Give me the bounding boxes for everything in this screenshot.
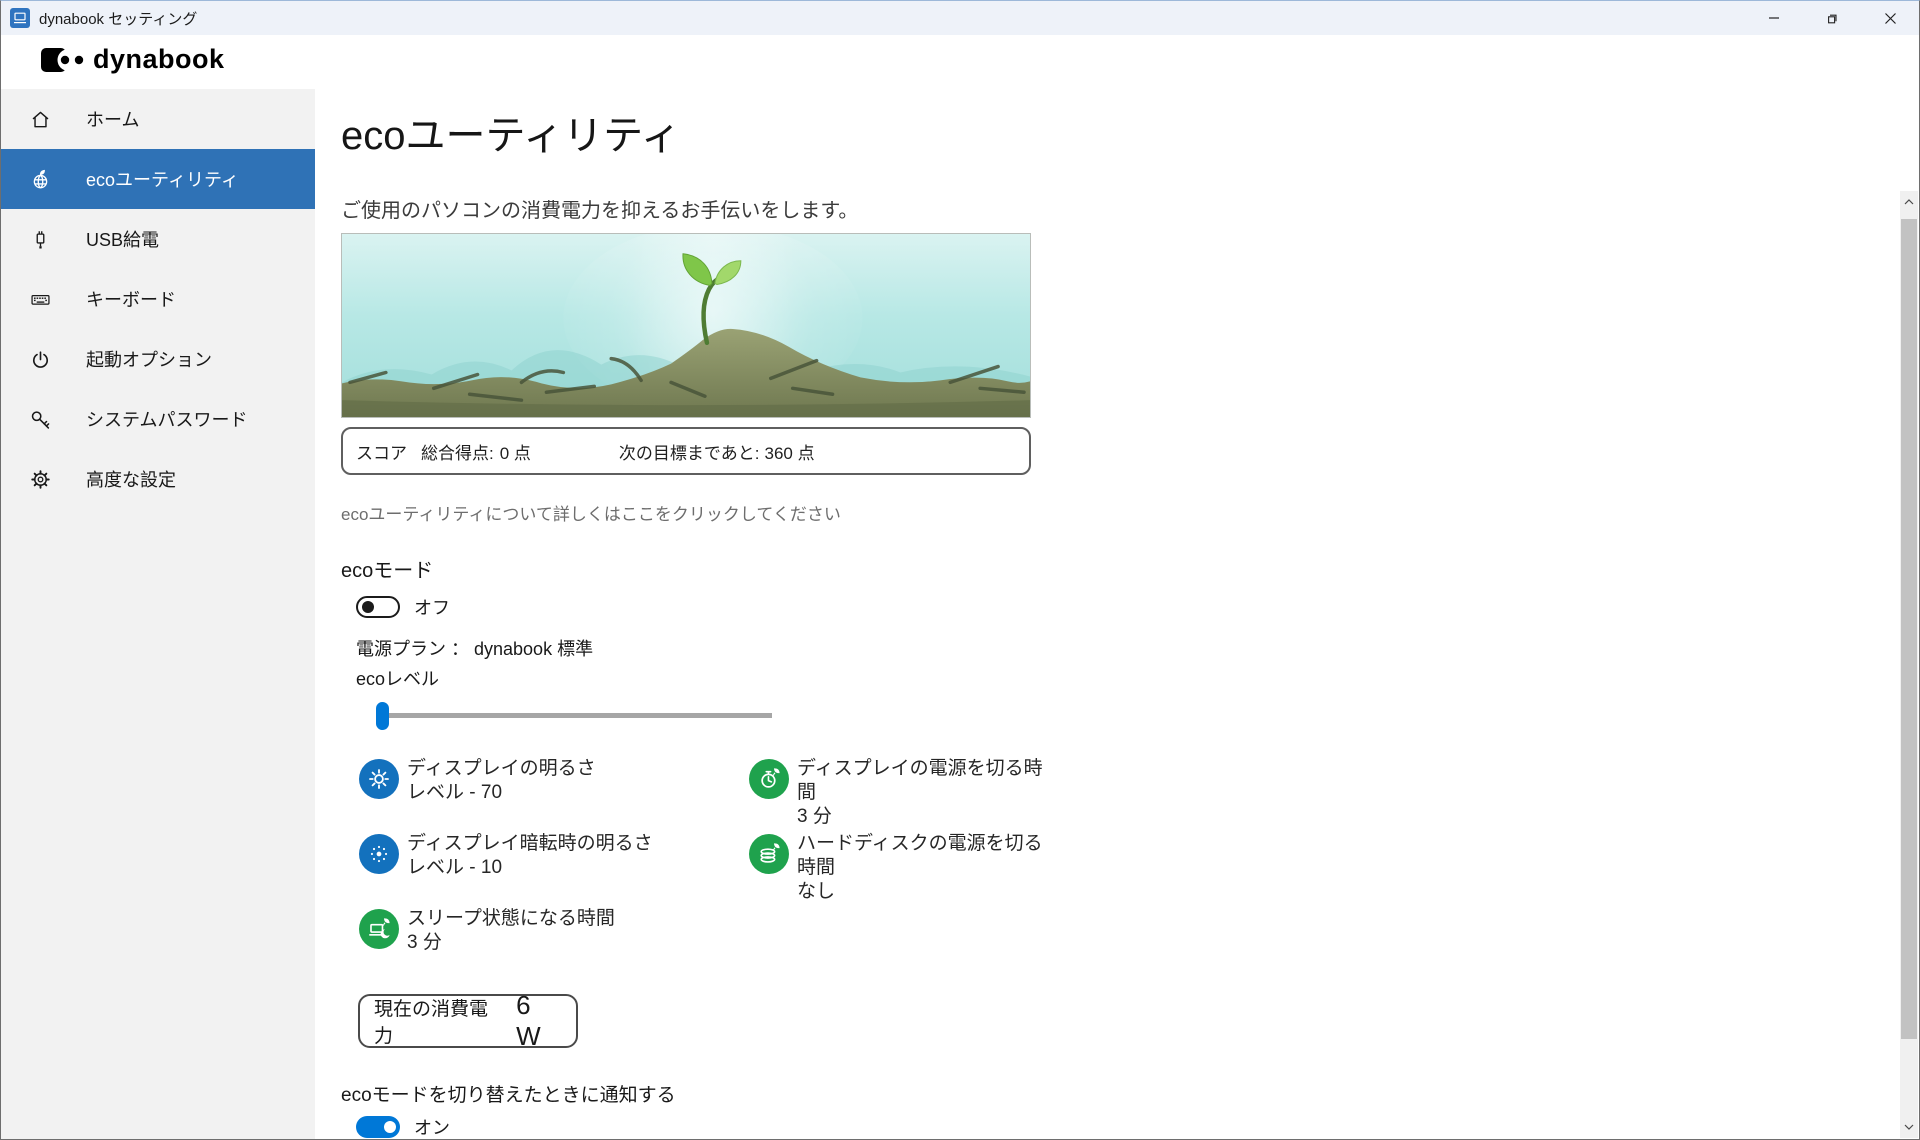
sidebar-item-label: 高度な設定 bbox=[86, 466, 176, 492]
score-next-label: 次の目標まであと: bbox=[619, 439, 760, 464]
current-power-value: 6 W bbox=[516, 990, 562, 1052]
toggle-knob bbox=[384, 1121, 396, 1133]
app-icon bbox=[10, 8, 30, 28]
slider-thumb[interactable] bbox=[376, 702, 389, 730]
sidebar-item-boot-options[interactable]: 起動オプション bbox=[1, 329, 315, 389]
notify-toggle-state: オン bbox=[414, 1114, 450, 1139]
status-sleep-timer: スリープ状態になる時間 3 分 bbox=[359, 909, 749, 984]
dim-brightness-icon bbox=[359, 834, 399, 874]
status-value: なし bbox=[797, 880, 1059, 904]
sidebar-item-label: システムパスワード bbox=[86, 406, 247, 432]
brand-header: dynabook bbox=[1, 35, 1919, 89]
page-description: ご使用のパソコンの消費電力を抑えるお手伝いをします。 bbox=[341, 197, 1919, 225]
eco-level-slider[interactable] bbox=[376, 701, 776, 731]
sidebar-item-label: ホーム bbox=[86, 106, 139, 132]
gear-icon bbox=[28, 467, 52, 491]
current-power-box: 現在の消費電力 6 W bbox=[358, 994, 578, 1048]
eco-sprout-image bbox=[341, 233, 1031, 418]
page-title: ecoユーティリティ bbox=[341, 111, 1919, 161]
status-display-brightness: ディスプレイの明るさ レベル - 70 bbox=[359, 759, 749, 834]
title-bar: dynabook セッティング bbox=[1, 1, 1919, 35]
status-value: レベル - 70 bbox=[407, 781, 596, 805]
sidebar-item-label: 起動オプション bbox=[86, 346, 212, 372]
current-power-label: 現在の消費電力 bbox=[374, 994, 506, 1048]
eco-utility-help-link[interactable]: ecoユーティリティについて詳しくはここをクリックしてください bbox=[341, 503, 1031, 527]
sidebar-item-system-password[interactable]: システムパスワード bbox=[1, 389, 315, 449]
status-title: ハードディスクの電源を切る時間 bbox=[797, 832, 1059, 880]
minimize-button[interactable] bbox=[1745, 1, 1803, 35]
home-icon bbox=[28, 107, 52, 131]
status-title: ディスプレイ暗転時の明るさ bbox=[407, 832, 653, 856]
sidebar: ホーム ecoユーティリティ USB給電 bbox=[1, 89, 315, 1139]
close-button[interactable] bbox=[1861, 1, 1919, 35]
display-off-timer-icon bbox=[749, 759, 789, 799]
dynabook-logo-text: dynabook bbox=[93, 44, 225, 75]
score-total-value: 0 点 bbox=[500, 439, 531, 464]
eco-status-grid: ディスプレイの明るさ レベル - 70 ディスプレイの電源を切る時間 3 分 bbox=[359, 759, 1059, 984]
main-content: ecoユーティリティ ご使用のパソコンの消費電力を抑えるお手伝いをします。 bbox=[315, 89, 1919, 1139]
eco-mode-toggle[interactable] bbox=[356, 596, 400, 618]
usb-icon bbox=[28, 227, 52, 251]
eco-mode-heading: ecoモード bbox=[341, 557, 1919, 585]
restore-button[interactable] bbox=[1803, 1, 1861, 35]
eco-level-label: ecoレベル bbox=[356, 666, 1919, 692]
status-title: ディスプレイの電源を切る時間 bbox=[797, 757, 1059, 805]
status-value: 3 分 bbox=[407, 931, 615, 955]
sleep-timer-icon bbox=[359, 909, 399, 949]
sidebar-item-advanced-settings[interactable]: 高度な設定 bbox=[1, 449, 315, 509]
sidebar-item-label: キーボード bbox=[86, 286, 176, 312]
eco-icon bbox=[28, 167, 52, 191]
score-box: スコア 総合得点: 0 点 次の目標まであと: 360 点 bbox=[341, 427, 1031, 475]
scrollbar-up-button[interactable] bbox=[1900, 191, 1918, 213]
dynabook-logo-mark bbox=[41, 46, 87, 74]
slider-track[interactable] bbox=[376, 713, 772, 718]
score-total-label: 総合得点: bbox=[421, 439, 494, 464]
sidebar-item-usb-power[interactable]: USB給電 bbox=[1, 209, 315, 269]
notify-toggle-label: ecoモードを切り替えたときに通知する bbox=[341, 1083, 1919, 1109]
keyboard-icon bbox=[28, 287, 52, 311]
sidebar-item-keyboard[interactable]: キーボード bbox=[1, 269, 315, 329]
power-plan-text: 電源プラン ： dynabook 標準 bbox=[356, 636, 1919, 662]
scrollbar-thumb[interactable] bbox=[1901, 219, 1917, 1039]
sidebar-item-eco-utility[interactable]: ecoユーティリティ bbox=[1, 149, 315, 209]
score-next-value: 360 点 bbox=[764, 439, 814, 464]
sidebar-item-label: ecoユーティリティ bbox=[86, 166, 239, 192]
status-value: 3 分 bbox=[797, 805, 1059, 829]
status-hdd-off-timer: ハードディスクの電源を切る時間 なし bbox=[749, 834, 1059, 909]
power-icon bbox=[28, 347, 52, 371]
hdd-off-timer-icon bbox=[749, 834, 789, 874]
window-title: dynabook セッティング bbox=[39, 8, 197, 29]
status-title: スリープ状態になる時間 bbox=[407, 907, 615, 931]
status-value: レベル - 10 bbox=[407, 856, 653, 880]
notify-toggle[interactable] bbox=[356, 1116, 400, 1138]
sidebar-item-home[interactable]: ホーム bbox=[1, 89, 315, 149]
score-label: スコア bbox=[356, 439, 407, 464]
status-title: ディスプレイの明るさ bbox=[407, 757, 596, 781]
eco-mode-toggle-state: オフ bbox=[414, 594, 450, 620]
status-dim-brightness: ディスプレイ暗転時の明るさ レベル - 10 bbox=[359, 834, 749, 909]
vertical-scrollbar[interactable] bbox=[1900, 191, 1918, 1138]
dynabook-logo: dynabook bbox=[41, 44, 225, 75]
sidebar-item-label: USB給電 bbox=[86, 226, 159, 252]
brightness-icon bbox=[359, 759, 399, 799]
toggle-knob bbox=[362, 601, 374, 613]
app-window: dynabook セッティング dynabook bbox=[0, 0, 1920, 1140]
status-display-off-timer: ディスプレイの電源を切る時間 3 分 bbox=[749, 759, 1059, 834]
key-icon bbox=[28, 407, 52, 431]
scrollbar-down-button[interactable] bbox=[1900, 1116, 1918, 1138]
